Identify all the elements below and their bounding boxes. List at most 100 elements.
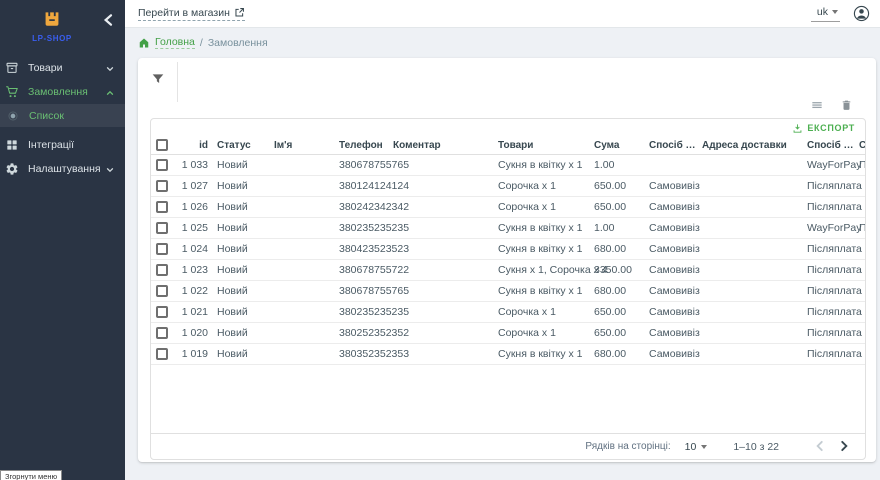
cell-status: Новий bbox=[217, 259, 274, 280]
next-page-button[interactable] bbox=[837, 439, 853, 455]
column-header-comment[interactable]: Коментар bbox=[393, 137, 498, 154]
sidebar-menu: Товари Замовлення Список bbox=[0, 56, 125, 181]
table-row[interactable]: 1 033Новий380678755765Сукня в квітку x 1… bbox=[151, 154, 865, 175]
column-header-address[interactable]: Адреса доставки bbox=[702, 137, 807, 154]
row-checkbox[interactable] bbox=[156, 327, 168, 339]
cell-delivery: Самовивіз bbox=[649, 196, 702, 217]
chevron-up-icon bbox=[105, 88, 115, 98]
row-checkbox[interactable] bbox=[156, 285, 168, 297]
sidebar-item-integrations[interactable]: Інтеграції bbox=[0, 133, 125, 157]
row-checkbox[interactable] bbox=[156, 348, 168, 360]
cell-payment: WayForPay bbox=[807, 217, 859, 238]
cell-name bbox=[274, 301, 339, 322]
row-checkbox[interactable] bbox=[156, 201, 168, 213]
row-checkbox[interactable] bbox=[156, 180, 168, 192]
logo-text: LP-SHOP bbox=[0, 34, 104, 43]
cell-address bbox=[702, 280, 807, 301]
home-icon bbox=[138, 37, 150, 49]
table-row[interactable]: 1 022Новий380678755765Сукня в квітку x 1… bbox=[151, 280, 865, 301]
columns-button[interactable] bbox=[810, 98, 825, 113]
breadcrumb: Головна / Замовлення bbox=[125, 28, 880, 57]
collapse-sidebar-button[interactable] bbox=[101, 12, 117, 28]
row-checkbox[interactable] bbox=[156, 306, 168, 318]
cell-sum: 3350.00 bbox=[594, 259, 649, 280]
cell-sum: 1.00 bbox=[594, 154, 649, 175]
sidebar-item-orders[interactable]: Замовлення bbox=[0, 80, 125, 104]
breadcrumb-current: Замовлення bbox=[208, 37, 268, 49]
column-header-payment[interactable]: Спосіб оп... bbox=[807, 137, 859, 154]
table-row[interactable]: 1 026Новий380242342342Сорочка x 1650.00С… bbox=[151, 196, 865, 217]
breadcrumb-home-link[interactable]: Головна bbox=[155, 36, 195, 49]
cell-sum: 1.00 bbox=[594, 217, 649, 238]
language-value: uk bbox=[817, 6, 828, 18]
shop-bag-icon bbox=[41, 6, 63, 28]
column-header-products[interactable]: Товари bbox=[498, 137, 594, 154]
column-header-status[interactable]: Статус bbox=[217, 137, 274, 154]
prev-page-button[interactable] bbox=[813, 439, 829, 455]
logo[interactable]: LP-SHOP bbox=[0, 6, 104, 43]
cell-payment: Післяплата bbox=[807, 301, 859, 322]
cell-address bbox=[702, 238, 807, 259]
column-header-pay-status[interactable]: С bbox=[859, 137, 865, 154]
table-row[interactable]: 1 020Новий380252352352Сорочка x 1650.00С… bbox=[151, 322, 865, 343]
cell-address bbox=[702, 343, 807, 364]
cell-phone: 380252352352 bbox=[339, 322, 393, 343]
cell-payment: Післяплата bbox=[807, 175, 859, 196]
table-scroll-area[interactable]: id Статус Ім'я Телефон Коментар Товари С… bbox=[151, 137, 865, 365]
cell-delivery: Самовивіз bbox=[649, 175, 702, 196]
chevron-down-icon bbox=[105, 165, 115, 175]
column-header-id[interactable]: id bbox=[176, 137, 217, 154]
cell-name bbox=[274, 217, 339, 238]
cell-sum: 650.00 bbox=[594, 322, 649, 343]
export-label: ЕКСПОРТ bbox=[807, 123, 855, 133]
filter-button[interactable] bbox=[150, 71, 168, 89]
sidebar-item-label: Інтеграції bbox=[28, 139, 74, 151]
table-row[interactable]: 1 024Новий380423523523Сукня в квітку x 1… bbox=[151, 238, 865, 259]
cell-phone: 380124124124 bbox=[339, 175, 393, 196]
select-all-checkbox[interactable] bbox=[156, 139, 168, 151]
cell-id: 1 033 bbox=[176, 154, 217, 175]
cell-status: Новий bbox=[217, 175, 274, 196]
cell-delivery: Самовивіз bbox=[649, 322, 702, 343]
language-select[interactable]: uk bbox=[811, 6, 840, 22]
row-checkbox[interactable] bbox=[156, 243, 168, 255]
column-header-phone[interactable]: Телефон bbox=[339, 137, 393, 154]
cell-payment: Післяплата bbox=[807, 322, 859, 343]
account-button[interactable] bbox=[853, 5, 870, 22]
row-checkbox[interactable] bbox=[156, 222, 168, 234]
cell-address bbox=[702, 196, 807, 217]
cell-phone: 380352352353 bbox=[339, 343, 393, 364]
table-row[interactable]: 1 019Новий380352352353Сукня в квітку x 1… bbox=[151, 343, 865, 364]
orders-table-panel: ЕКСПОРТ id Статус Ім'я bbox=[150, 118, 866, 460]
sidebar-item-label: Список bbox=[29, 110, 64, 122]
cell-payment: Післяплата bbox=[807, 196, 859, 217]
sidebar-item-orders-list[interactable]: Список bbox=[0, 104, 125, 127]
sidebar-item-products[interactable]: Товари bbox=[0, 56, 125, 80]
rows-per-page-select[interactable]: 10 bbox=[685, 441, 708, 453]
cell-sum: 650.00 bbox=[594, 175, 649, 196]
table-row[interactable]: 1 025Новий380235235235Сукня в квітку x 1… bbox=[151, 217, 865, 238]
chevron-right-icon bbox=[837, 439, 851, 453]
go-to-store-link[interactable]: Перейти в магазин bbox=[138, 7, 245, 21]
sidebar-item-label: Замовлення bbox=[28, 86, 88, 98]
export-button[interactable]: ЕКСПОРТ bbox=[792, 123, 855, 134]
table-row[interactable]: 1 027Новий380124124124Сорочка x 1650.00С… bbox=[151, 175, 865, 196]
filter-funnel-icon bbox=[150, 71, 166, 87]
table-row[interactable]: 1 021Новий380235235235Сорочка x 1650.00С… bbox=[151, 301, 865, 322]
row-checkbox[interactable] bbox=[156, 264, 168, 276]
column-header-delivery[interactable]: Спосіб до... bbox=[649, 137, 702, 154]
cell-id: 1 025 bbox=[176, 217, 217, 238]
delete-button[interactable] bbox=[840, 98, 855, 113]
row-checkbox[interactable] bbox=[156, 159, 168, 171]
cell-name bbox=[274, 196, 339, 217]
rows-per-page-label: Рядків на сторінці: bbox=[585, 441, 670, 452]
cell-pay_status: П bbox=[859, 217, 865, 238]
cell-delivery: Самовивіз bbox=[649, 301, 702, 322]
table-row[interactable]: 1 023Новий380678755722Сукня x 1, Сорочка… bbox=[151, 259, 865, 280]
column-header-name[interactable]: Ім'я bbox=[274, 137, 339, 154]
sidebar-item-settings[interactable]: Налаштування bbox=[0, 157, 125, 181]
cell-sum: 680.00 bbox=[594, 280, 649, 301]
topbar: Перейти в магазин uk bbox=[125, 0, 880, 28]
column-header-sum[interactable]: Сума bbox=[594, 137, 649, 154]
rows-per-page-value: 10 bbox=[685, 441, 697, 453]
